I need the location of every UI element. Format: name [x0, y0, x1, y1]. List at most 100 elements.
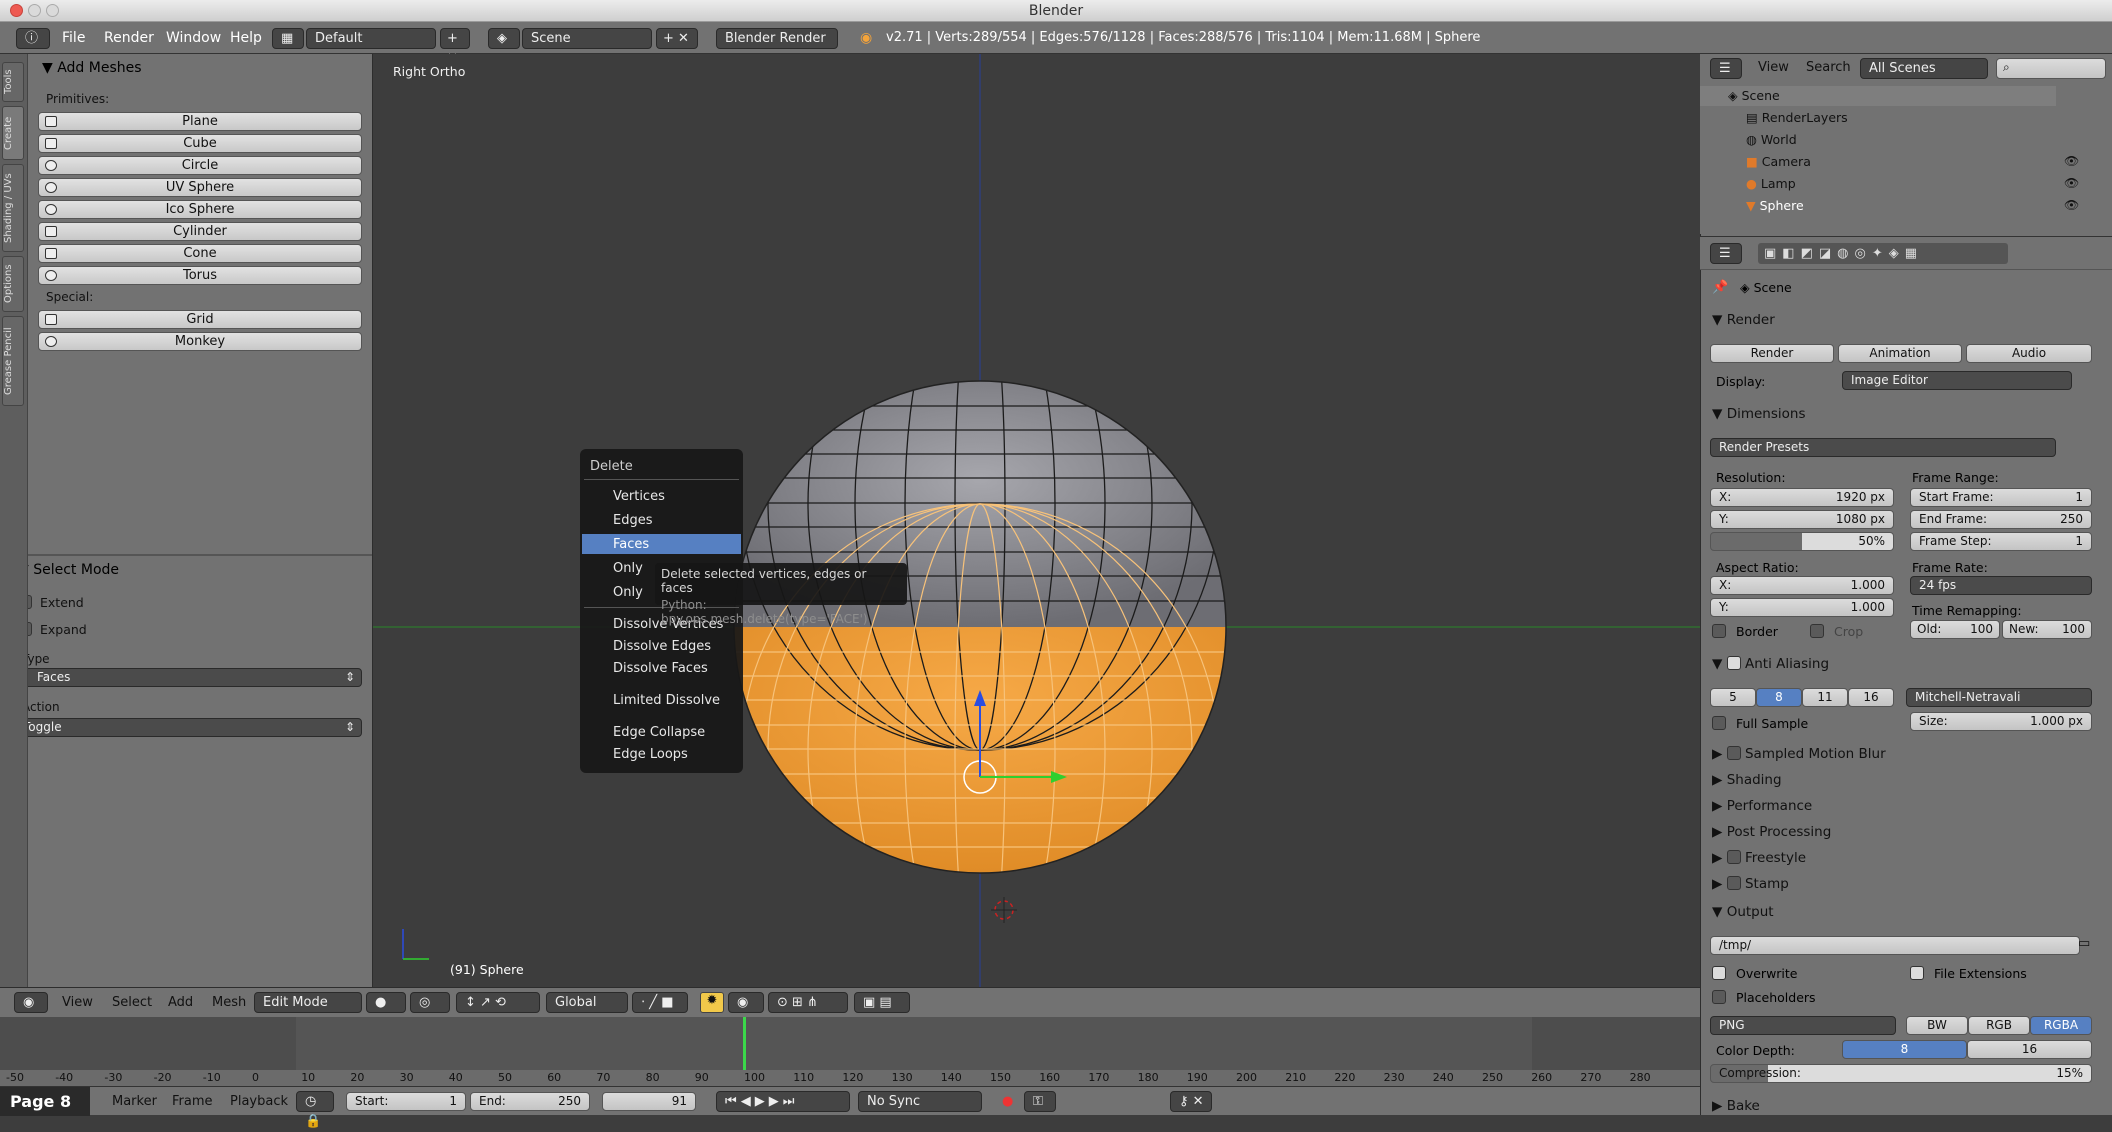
- select-mode-icons[interactable]: ⋅ ╱ ■: [632, 992, 688, 1013]
- menu-item-faces-highlight[interactable]: [582, 534, 741, 554]
- close-icon[interactable]: [10, 4, 23, 17]
- frame-step-field[interactable]: Frame Step: 1: [1910, 532, 2092, 551]
- timeline-start-field[interactable]: Start: 1: [346, 1092, 466, 1111]
- aspect-x-field[interactable]: X: 1.000: [1710, 576, 1894, 595]
- color-rgba-button[interactable]: RGBA: [2030, 1016, 2092, 1035]
- select-mode-header[interactable]: ▼ Select Mode: [18, 562, 119, 578]
- add-plane-button[interactable]: Plane: [38, 112, 362, 131]
- outliner-lamp[interactable]: ● Lamp: [1746, 176, 1796, 191]
- header-menu-add[interactable]: Add: [168, 995, 193, 1010]
- scene-icon[interactable]: ◈: [488, 28, 520, 49]
- context-tabs[interactable]: ▣◧◩◪◍◎✦◈▦: [1758, 243, 2008, 264]
- time-new-field[interactable]: New: 100: [2002, 620, 2092, 639]
- display-dropdown[interactable]: Image Editor: [1842, 371, 2072, 390]
- editor-type-icon[interactable]: ⓘ: [16, 28, 50, 49]
- folder-icon[interactable]: ▭: [2078, 936, 2090, 951]
- timeline-end-field[interactable]: End: 250: [470, 1092, 590, 1111]
- pivot-point-icon[interactable]: ◎: [410, 992, 450, 1013]
- eye-icon[interactable]: 👁: [2064, 154, 2079, 168]
- resolution-y-field[interactable]: Y: 1080 px: [1710, 510, 1894, 529]
- add-circle-button[interactable]: Circle: [38, 156, 362, 175]
- crop-checkbox[interactable]: [1810, 624, 1824, 638]
- zoom-icon[interactable]: [46, 4, 59, 17]
- add-torus-button[interactable]: Torus: [38, 266, 362, 285]
- add-meshes-header[interactable]: ▼ Add Meshes: [42, 60, 142, 76]
- layout-selector[interactable]: Default: [306, 28, 436, 49]
- pin-icon[interactable]: 📌: [1712, 280, 1728, 295]
- stamp-checkbox[interactable]: [1726, 876, 1741, 890]
- menu-item-limited-dissolve[interactable]: Limited Dissolve: [613, 693, 720, 708]
- scene-selector[interactable]: Scene: [522, 28, 652, 49]
- outliner-search-menu[interactable]: Search: [1806, 60, 1851, 75]
- placeholders-checkbox[interactable]: [1712, 990, 1726, 1004]
- freestyle-checkbox[interactable]: [1726, 850, 1741, 864]
- color-bw-button[interactable]: BW: [1906, 1016, 1968, 1035]
- add-ico-sphere-button[interactable]: Ico Sphere: [38, 200, 362, 219]
- animation-button[interactable]: Animation: [1838, 344, 1962, 363]
- add-monkey-button[interactable]: Monkey: [38, 332, 362, 351]
- full-sample-checkbox[interactable]: [1712, 716, 1726, 730]
- menu-item-only-faces[interactable]: Only: [613, 585, 643, 600]
- performance-header[interactable]: ▶ Performance: [1712, 798, 1812, 814]
- render-presets-dropdown[interactable]: Render Presets: [1710, 438, 2056, 457]
- keying-icon[interactable]: ⚿: [1024, 1091, 1056, 1112]
- menu-file[interactable]: File: [62, 22, 85, 54]
- render-preview-icons[interactable]: ▣ ▤: [854, 992, 910, 1013]
- menu-item-edge-loops[interactable]: Edge Loops: [613, 747, 688, 762]
- eye-icon[interactable]: 👁: [2064, 176, 2079, 190]
- menu-item-edge-collapse[interactable]: Edge Collapse: [613, 725, 705, 740]
- menu-item-vertices[interactable]: Vertices: [613, 489, 665, 504]
- tab-shading-uvs[interactable]: Shading / UVs: [2, 164, 24, 252]
- menu-item-edges[interactable]: Edges: [613, 513, 653, 528]
- add-uv-sphere-button[interactable]: UV Sphere: [38, 178, 362, 197]
- menu-item-dissolve-faces[interactable]: Dissolve Faces: [613, 661, 708, 676]
- timeline-menu-playback[interactable]: Playback: [230, 1094, 288, 1109]
- menu-window[interactable]: Window: [166, 22, 221, 54]
- sync-dropdown[interactable]: No Sync: [858, 1091, 982, 1112]
- bake-header[interactable]: ▶ Bake: [1712, 1098, 1760, 1114]
- end-frame-field[interactable]: End Frame: 250: [1910, 510, 2092, 529]
- add-cylinder-button[interactable]: Cylinder: [38, 222, 362, 241]
- render-engine-selector[interactable]: Blender Render: [716, 28, 838, 49]
- stamp-header[interactable]: ▶ Stamp: [1712, 876, 1789, 892]
- add-layout-icon[interactable]: + ✕: [440, 28, 470, 66]
- header-menu-select[interactable]: Select: [112, 995, 152, 1010]
- header-menu-view[interactable]: View: [62, 995, 93, 1010]
- manipulator-icons[interactable]: ↕ ↗ ⟲: [456, 992, 540, 1013]
- audio-button[interactable]: Audio: [1966, 344, 2092, 363]
- record-icon[interactable]: ●: [1002, 1094, 1013, 1109]
- output-header[interactable]: ▼ Output: [1712, 904, 1774, 920]
- aspect-y-field[interactable]: Y: 1.000: [1710, 598, 1894, 617]
- dimensions-panel-header[interactable]: ▼ Dimensions: [1712, 406, 1805, 422]
- viewport-canvas[interactable]: [373, 54, 1700, 987]
- frame-rate-dropdown[interactable]: 24 fps: [1910, 576, 2092, 595]
- outliner-camera[interactable]: ■ Camera: [1746, 154, 1811, 169]
- header-menu-mesh[interactable]: Mesh: [212, 995, 246, 1010]
- type-dropdown[interactable]: Faces ⇕: [14, 668, 362, 687]
- playback-controls-icons[interactable]: ⏮◀▶▶⏭: [716, 1091, 850, 1112]
- timeline-area[interactable]: [0, 1017, 1700, 1070]
- motion-blur-header[interactable]: ▶ Sampled Motion Blur: [1712, 746, 1886, 762]
- occlude-geometry-icon[interactable]: ✹: [700, 992, 724, 1013]
- action-dropdown[interactable]: Toggle ⇕: [14, 718, 362, 737]
- layout-icon[interactable]: ▦: [272, 28, 304, 49]
- aa-sample-16[interactable]: 16: [1848, 688, 1894, 707]
- menu-item-dissolve-edges[interactable]: Dissolve Edges: [613, 639, 711, 654]
- outliner-sphere[interactable]: ▼ Sphere: [1746, 198, 1804, 213]
- minimize-icon[interactable]: [28, 4, 41, 17]
- outliner-filter[interactable]: All Scenes: [1860, 58, 1988, 79]
- anti-aliasing-header[interactable]: ▼ Anti Aliasing: [1712, 656, 1829, 672]
- 3d-view-editor-icon[interactable]: ◉: [14, 992, 48, 1013]
- time-old-field[interactable]: Old: 100: [1910, 620, 2000, 639]
- preview-range-icon[interactable]: ◷ 🔒: [296, 1091, 334, 1129]
- outliner-search-input[interactable]: ⌕: [1996, 58, 2106, 79]
- tab-grease-pencil[interactable]: Grease Pencil: [2, 316, 24, 406]
- current-frame-field[interactable]: 91: [602, 1092, 696, 1111]
- outliner-world[interactable]: ◍ World: [1746, 132, 1797, 147]
- shading-header[interactable]: ▶ Shading: [1712, 772, 1782, 788]
- resolution-percent-slider[interactable]: 50%: [1710, 532, 1894, 551]
- menu-item-faces[interactable]: Faces: [613, 537, 649, 552]
- overwrite-checkbox[interactable]: [1712, 966, 1726, 980]
- current-frame-marker[interactable]: [743, 1017, 746, 1070]
- tab-tools[interactable]: Tools: [2, 62, 24, 102]
